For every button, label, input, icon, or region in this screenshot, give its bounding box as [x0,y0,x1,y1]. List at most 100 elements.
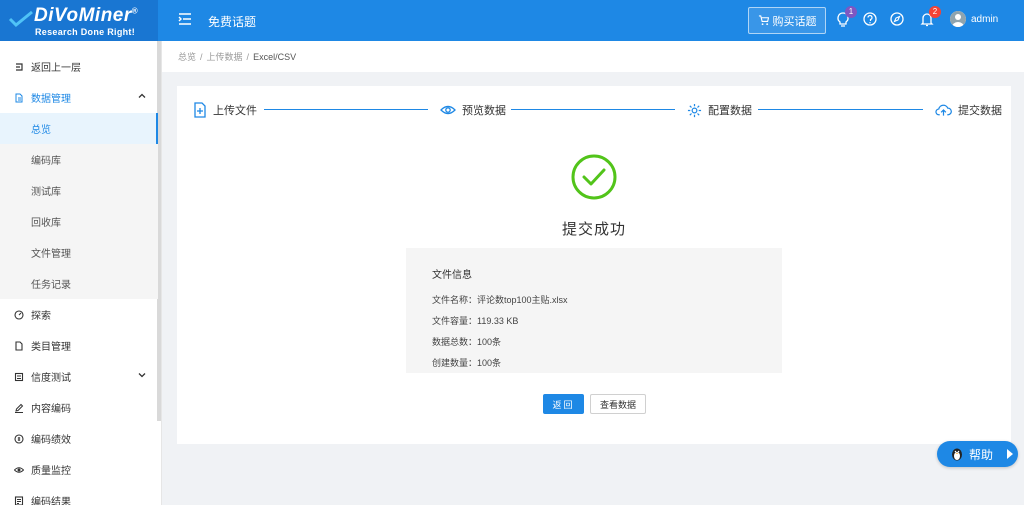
breadcrumb: 总览 / 上传数据 / Excel/CSV [178,50,296,63]
success-title: 提交成功 [561,221,626,238]
step-preview-data: 预览数据 [440,102,506,118]
compass-icon [890,12,904,26]
sidebar-item-label: 回收库 [31,218,61,229]
tips-button[interactable]: 1 [836,6,857,28]
sidebar-item-quality-monitoring[interactable]: 质量监控 [0,454,158,485]
cart-icon [758,15,769,26]
logo-mark-icon [8,10,33,28]
file-add-icon [194,102,206,118]
sidebar-item-label: 编码绩效 [31,435,71,446]
sidebar-item-overview[interactable]: 总览 [0,113,158,144]
sidebar-item-category-management[interactable]: 类目管理 [0,330,158,361]
help-button[interactable] [863,12,879,28]
file-size: 文件容量：119.33 KB [432,316,519,326]
sidebar-item-label: 数据管理 [31,94,71,105]
sidebar-item-label: 信度测试 [31,373,71,384]
play-icon [1007,449,1013,459]
step-label: 预览数据 [462,105,506,117]
sidebar-item-explore[interactable]: 探索 [0,299,158,330]
question-icon [863,12,877,26]
gauge-icon [14,309,24,320]
sidebar-item-label: 探索 [31,311,51,322]
step-label: 上传文件 [213,105,257,117]
notifications-button[interactable]: 2 [920,6,941,28]
sidebar: 返回上一层 数据管理 总览 编码库 测试库 回收库 文件管理 任务记录 探索 类… [0,41,162,505]
report-icon [14,495,24,505]
breadcrumb-separator: / [246,52,250,62]
file-info-title: 文件信息 [432,270,472,281]
sidebar-item-recycle-library[interactable]: 回收库 [0,206,158,237]
sidebar-item-task-records[interactable]: 任务记录 [0,268,158,299]
help-label: 帮助 [969,447,994,462]
sidebar-item-label: 质量监控 [31,466,71,477]
sidebar-item-coding-library[interactable]: 编码库 [0,144,158,175]
buy-topic-label: 购买话题 [772,15,817,28]
sidebar-item-back[interactable]: 返回上一层 [0,51,158,82]
sidebar-item-label: 内容编码 [31,404,71,415]
sidebar-item-label: 返回上一层 [31,63,81,74]
step-connector [264,109,428,110]
file-name: 文件名称：评论数top100主贴.xlsx [432,295,568,305]
cloud-upload-icon [935,104,952,116]
penguin-icon [952,448,962,461]
explore-button[interactable] [890,12,906,28]
sidebar-item-test-library[interactable]: 测试库 [0,175,158,206]
file-info-panel: 文件信息 文件名称：评论数top100主贴.xlsx 文件容量：119.33 K… [406,248,782,373]
file-icon [15,340,23,351]
created-rows: 创建数量：100条 [432,358,502,368]
breadcrumb-item-current: Excel/CSV [253,52,297,62]
breadcrumb-bar: 总览 / 上传数据 / Excel/CSV [162,41,1024,72]
user-avatar-icon [950,11,966,27]
sidebar-item-label: 总览 [31,125,51,136]
notifications-badge: 2 [929,6,941,18]
logo-text: DiVoMiner® [34,5,139,26]
logo[interactable]: DiVoMiner® Research Done Right! [0,0,158,41]
top-bar: DiVoMiner® Research Done Right! 免费话题 购买话… [0,0,1024,41]
view-data-button[interactable]: 查看数据 [590,394,646,414]
upload-result-card: 上传文件 预览数据 配置数据 提交数据 提交成功 文件信息 文件名称：评论数to… [177,86,1011,444]
sidebar-item-reliability-test[interactable]: 信度测试 [0,361,158,392]
help-float-button[interactable]: 帮助 [937,441,1018,467]
return-icon [16,62,23,71]
chevron-down-icon [138,373,146,378]
logo-tagline: Research Done Right! [35,27,136,37]
avatar[interactable] [950,11,966,27]
document-icon [15,93,23,102]
sidebar-item-label: 任务记录 [31,280,71,291]
success-check-icon [571,154,617,200]
sidebar-item-data-management[interactable]: 数据管理 [0,82,158,113]
tips-badge: 1 [845,6,857,18]
step-label: 提交数据 [958,105,1002,117]
sidebar-item-content-coding[interactable]: 内容编码 [0,392,158,423]
sidebar-item-label: 文件管理 [31,249,71,260]
sidebar-item-label: 测试库 [31,187,61,198]
page-title: 免费话题 [208,15,257,29]
step-connector [758,109,923,110]
step-label: 配置数据 [708,105,752,117]
breadcrumb-item-upload[interactable]: 上传数据 [207,52,243,62]
step-submit-data: 提交数据 [935,102,1002,118]
buy-topic-button[interactable]: 购买话题 [748,7,826,34]
eye-icon [440,105,456,115]
step-configure-data: 配置数据 [687,102,752,118]
total-rows: 数据总数：100条 [432,337,502,347]
sidebar-item-label: 编码库 [31,156,61,167]
sidebar-item-label: 类目管理 [31,342,71,353]
sidebar-item-coding-performance[interactable]: 编码绩效 [0,423,158,454]
sidebar-item-label: 编码结果 [31,497,71,505]
eye-icon [14,466,24,473]
gear-icon [687,103,702,117]
chevron-up-icon [138,93,146,98]
username[interactable]: admin [971,14,998,25]
step-upload-file: 上传文件 [193,102,257,118]
pencil-icon [15,403,24,413]
coin-icon [14,433,24,444]
back-button[interactable]: 返回 [543,394,584,414]
menu-toggle-icon[interactable] [178,12,192,26]
checklist-icon [14,372,24,381]
sidebar-item-coding-results[interactable]: 编码结果 [0,485,158,505]
step-connector [511,109,675,110]
breadcrumb-separator: / [200,52,203,62]
sidebar-item-file-management[interactable]: 文件管理 [0,237,158,268]
breadcrumb-item-overview[interactable]: 总览 [178,52,196,62]
